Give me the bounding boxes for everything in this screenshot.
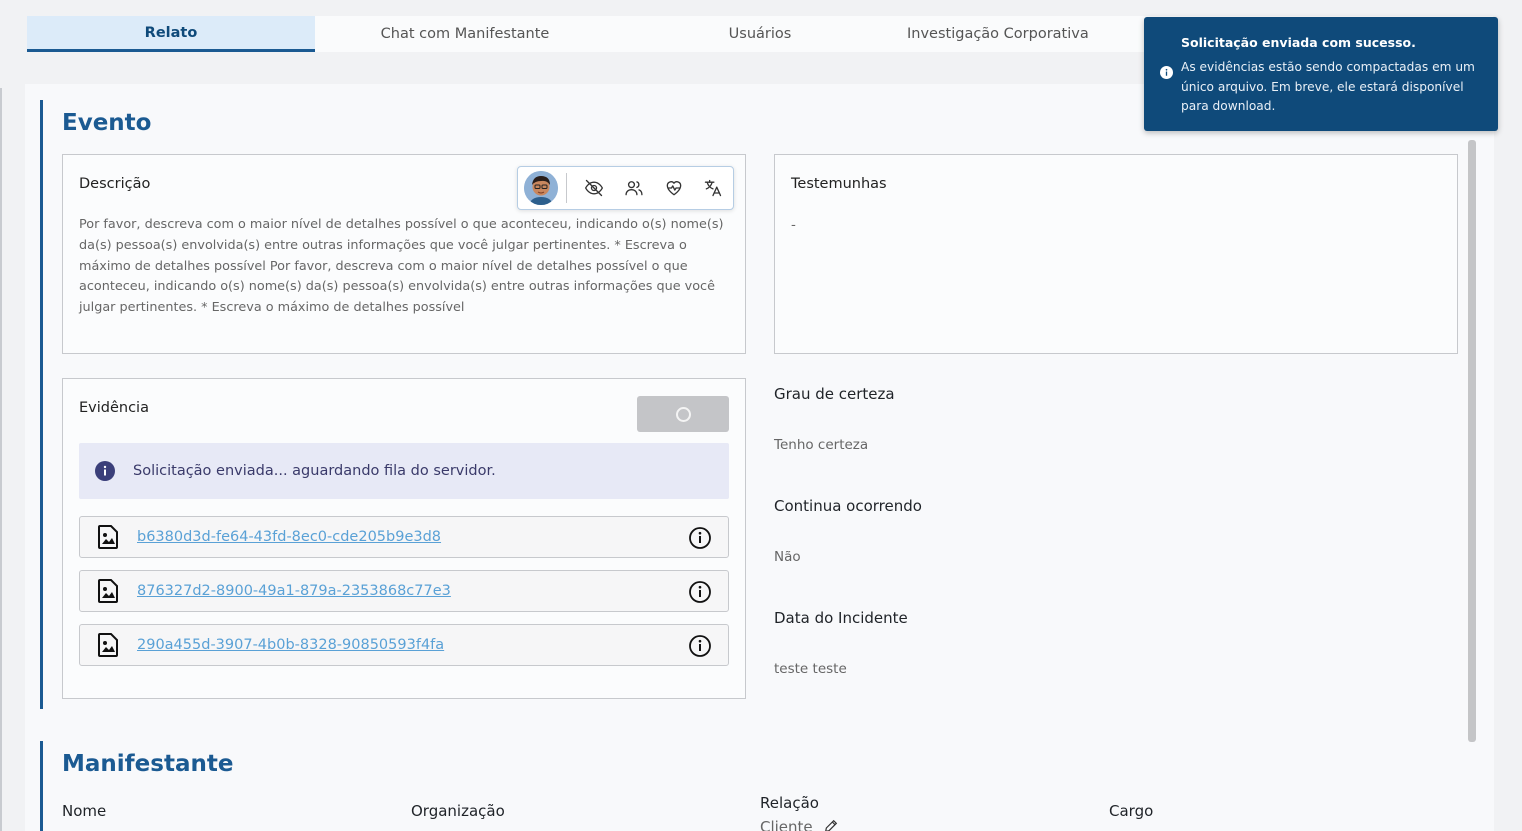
- eye-off-icon[interactable]: [575, 168, 615, 208]
- evento-title: Evento: [62, 110, 152, 136]
- evento-section-bar: [40, 100, 43, 709]
- evidence-file-row: 290a455d-3907-4b0b-8328-90850593f4fa: [79, 624, 729, 666]
- toast-body: As evidências estão sendo compactadas em…: [1181, 60, 1475, 113]
- continua-ocorrendo-value: Não: [774, 549, 801, 565]
- evidence-file-row: b6380d3d-fe64-43fd-8ec0-cde205b9e3d8: [79, 516, 729, 558]
- grau-certeza-value: Tenho certeza: [774, 437, 869, 453]
- evidence-file-link[interactable]: b6380d3d-fe64-43fd-8ec0-cde205b9e3d8: [137, 529, 441, 545]
- tab-relato[interactable]: Relato: [27, 16, 315, 52]
- descricao-card: Descrição Por favor, descreva com o maio…: [62, 154, 746, 354]
- avatar[interactable]: [524, 171, 558, 205]
- evidencia-label: Evidência: [79, 400, 149, 416]
- evidencia-card: Evidência Solicitação enviada... aguarda…: [62, 378, 746, 699]
- text-tools-toolbar: [517, 166, 734, 210]
- success-toast: Solicitação enviada com sucesso. As evid…: [1144, 17, 1498, 131]
- relacao-value-text: Cliente: [760, 818, 813, 831]
- image-file-icon: [98, 633, 118, 657]
- translate-icon[interactable]: [693, 168, 733, 208]
- info-circle-icon[interactable]: [688, 634, 712, 658]
- download-evidence-button[interactable]: [637, 396, 729, 432]
- relacao-label: Relação: [760, 794, 819, 812]
- edit-pencil-icon[interactable]: [823, 818, 839, 831]
- nome-label: Nome: [62, 802, 107, 820]
- vertical-scrollbar[interactable]: [1468, 140, 1476, 742]
- info-circle-icon[interactable]: [688, 526, 712, 550]
- organizacao-label: Organização: [411, 802, 505, 820]
- manifestante-section-bar: [40, 741, 43, 831]
- evidencia-info-alert: Solicitação enviada... aguardando fila d…: [79, 443, 729, 499]
- image-file-icon: [98, 579, 118, 603]
- info-icon: [1160, 66, 1173, 79]
- testemunhas-label: Testemunhas: [791, 176, 887, 192]
- main-panel: Evento Descrição Por favor, descreva com…: [25, 84, 1494, 831]
- tab-chat-com-manifestante[interactable]: Chat com Manifestante: [315, 16, 615, 52]
- relacao-value: Cliente: [760, 818, 839, 831]
- evidence-file-row: 876327d2-8900-49a1-879a-2353868c77e3: [79, 570, 729, 612]
- manifestante-title: Manifestante: [62, 751, 234, 777]
- loading-spinner-icon: [675, 406, 691, 422]
- testemunhas-value: -: [791, 217, 796, 233]
- evidence-file-link[interactable]: 876327d2-8900-49a1-879a-2353868c77e3: [137, 583, 451, 599]
- descricao-text: Por favor, descreva com o maior nível de…: [79, 217, 724, 316]
- left-divider: [0, 88, 2, 831]
- heart-pulse-icon[interactable]: [654, 168, 694, 208]
- users-icon[interactable]: [614, 168, 654, 208]
- toolbar-separator: [565, 173, 567, 203]
- grau-certeza-label: Grau de certeza: [774, 385, 895, 403]
- data-incidente-label: Data do Incidente: [774, 609, 908, 627]
- data-incidente-value: teste teste: [774, 661, 847, 677]
- evidencia-info-text: Solicitação enviada... aguardando fila d…: [133, 463, 496, 479]
- evidence-file-link[interactable]: 290a455d-3907-4b0b-8328-90850593f4fa: [137, 637, 444, 653]
- testemunhas-card: Testemunhas -: [774, 154, 1458, 354]
- image-file-icon: [98, 525, 118, 549]
- descricao-label: Descrição: [79, 176, 151, 192]
- info-circle-icon[interactable]: [688, 580, 712, 604]
- info-icon: [95, 461, 115, 481]
- continua-ocorrendo-label: Continua ocorrendo: [774, 497, 922, 515]
- cargo-label: Cargo: [1109, 802, 1154, 820]
- toast-title: Solicitação enviada com sucesso.: [1181, 35, 1416, 50]
- tab-usuarios[interactable]: Usuários: [615, 16, 905, 52]
